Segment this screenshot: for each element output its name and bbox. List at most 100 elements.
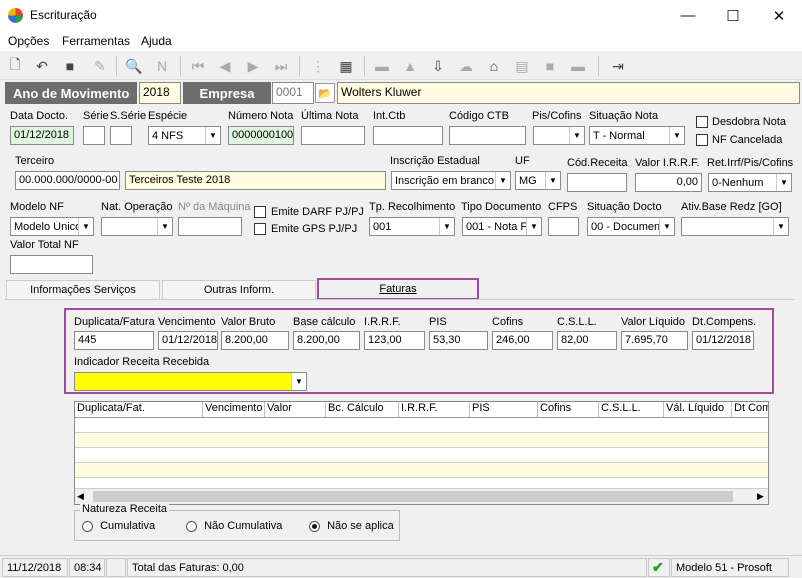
folder-icon[interactable]: ▲	[400, 56, 420, 76]
ret-irrf-select[interactable]: 0-Nenhum ▼	[708, 173, 792, 192]
grid-col-valor-liquido[interactable]: Vál. Líquido	[664, 402, 732, 417]
uf-select[interactable]: MG ▼	[515, 171, 561, 190]
chevron-down-icon[interactable]: ▼	[569, 127, 584, 144]
cloud-icon[interactable]: ☁	[456, 56, 476, 76]
no-maquina-input[interactable]	[178, 217, 242, 236]
tp-recolhimento-select[interactable]: 001 ▼	[369, 217, 455, 236]
valor-liquido-input[interactable]: 7.695,70	[621, 331, 688, 350]
especie-select[interactable]: 4 NFS ▼	[148, 126, 221, 145]
minus-icon[interactable]: ▬	[568, 56, 588, 76]
empresa-code-input[interactable]: 0001	[272, 82, 314, 104]
ultima-nota-input[interactable]	[301, 126, 365, 145]
table-row[interactable]	[75, 463, 768, 478]
save-icon[interactable]: ■	[60, 56, 80, 76]
first-record-icon[interactable]: ⏮	[188, 56, 208, 76]
grid-col-duplicata[interactable]: Duplicata/Fat.	[75, 402, 203, 417]
valor-irrf-input[interactable]: 0,00	[635, 173, 702, 192]
cfps-input[interactable]	[548, 217, 579, 236]
radio-nao-cumulativa[interactable]: Não Cumulativa	[186, 520, 282, 532]
prev-record-icon[interactable]: ◀	[215, 56, 235, 76]
chevron-down-icon[interactable]: ▼	[78, 218, 93, 235]
grid-col-dt-compens[interactable]: Dt Com	[732, 402, 768, 417]
inscricao-estadual-select[interactable]: Inscrição em branco ▼	[391, 171, 511, 190]
radio-cumulativa[interactable]: Cumulativa	[82, 520, 155, 532]
radio-nao-se-aplica[interactable]: Não se aplica	[309, 520, 394, 532]
grid-col-pis[interactable]: PIS	[470, 402, 538, 417]
grid-col-csll[interactable]: C.S.L.L.	[599, 402, 664, 417]
data-docto-input[interactable]: 01/12/2018	[10, 126, 74, 145]
desdobra-nota-checkbox[interactable]	[696, 116, 708, 128]
close-button[interactable]: ✕	[756, 0, 802, 31]
menu-opcoes[interactable]: Opções	[8, 34, 49, 48]
chevron-down-icon[interactable]: ▼	[545, 172, 560, 189]
cib-icon[interactable]: ⌂	[484, 56, 504, 76]
last-record-icon[interactable]: ⏭	[271, 56, 291, 76]
menu-ajuda[interactable]: Ajuda	[141, 34, 172, 48]
radio-icon[interactable]	[186, 520, 197, 532]
box-icon[interactable]: ■	[540, 56, 560, 76]
preview-icon[interactable]: 🔍	[124, 56, 144, 76]
dt-compens-input[interactable]: 01/12/2018	[692, 331, 754, 350]
terceiro-code-input[interactable]: 00.000.000/0000-00	[15, 171, 120, 190]
pis-cofins-select[interactable]: ▼	[533, 126, 585, 145]
next-record-icon[interactable]: ▶	[243, 56, 263, 76]
chevron-down-icon[interactable]: ▼	[495, 172, 510, 189]
grid-col-vencimento[interactable]: Vencimento	[203, 402, 265, 417]
tab-outras-inform[interactable]: Outras Inform.	[162, 280, 316, 300]
codigo-ctb-input[interactable]	[449, 126, 526, 145]
tab-faturas[interactable]: Faturas	[317, 278, 479, 300]
radio-icon[interactable]	[82, 520, 93, 532]
chevron-down-icon[interactable]: ▼	[776, 174, 791, 191]
menu-ferramentas[interactable]: Ferramentas	[62, 34, 130, 48]
chevron-down-icon[interactable]: ▼	[439, 218, 454, 235]
indicador-select[interactable]: ▼	[74, 372, 307, 391]
int-ctb-input[interactable]	[373, 126, 443, 145]
calculator-icon[interactable]: ▦	[336, 56, 356, 76]
chevron-down-icon[interactable]: ▼	[157, 218, 172, 235]
emite-gps-checkbox[interactable]	[254, 223, 266, 235]
import-icon[interactable]: ⇩	[428, 56, 448, 76]
situacao-nota-select[interactable]: T - Normal ▼	[589, 126, 685, 145]
chevron-down-icon[interactable]: ▼	[291, 373, 306, 390]
chevron-down-icon[interactable]: ▼	[659, 218, 674, 235]
situacao-docto-select[interactable]: 00 - Documen ▼	[587, 217, 675, 236]
duplicata-input[interactable]: 445	[74, 331, 154, 350]
base-calculo-input[interactable]: 8.200,00	[293, 331, 360, 350]
nat-operacao-select[interactable]: ▼	[101, 217, 173, 236]
csll-input[interactable]: 82,00	[557, 331, 617, 350]
folder-open-icon[interactable]: 📂	[315, 83, 335, 103]
pis-input[interactable]: 53,30	[429, 331, 488, 350]
tipo-documento-select[interactable]: 001 - Nota F ▼	[462, 217, 542, 236]
export-icon[interactable]: ▤	[512, 56, 532, 76]
table-row[interactable]	[75, 418, 768, 433]
vencimento-input[interactable]: 01/12/2018	[158, 331, 218, 350]
chevron-down-icon[interactable]: ▼	[205, 127, 220, 144]
table-row[interactable]	[75, 448, 768, 463]
grid-col-irrf[interactable]: I.R.R.F.	[399, 402, 470, 417]
sserie-input[interactable]	[110, 126, 132, 145]
chevron-down-icon[interactable]: ▼	[526, 218, 541, 235]
exit-icon[interactable]: ⇥	[608, 56, 628, 76]
ativ-base-select[interactable]: ▼	[681, 217, 789, 236]
numero-nota-input[interactable]: 0000000100	[228, 126, 294, 145]
horizontal-scrollbar[interactable]: ◀ ▶	[75, 488, 768, 504]
cofins-input[interactable]: 246,00	[492, 331, 553, 350]
scroll-left-icon[interactable]: ◀	[77, 491, 84, 502]
ano-input[interactable]: 2018	[139, 82, 181, 104]
grid-col-bc-calculo[interactable]: Bc. Cálculo	[326, 402, 399, 417]
emite-darf-checkbox[interactable]	[254, 206, 266, 218]
chevron-down-icon[interactable]: ▼	[669, 127, 684, 144]
tab-informacoes-servicos[interactable]: Informações Serviços	[6, 280, 160, 300]
cod-receita-input[interactable]	[567, 173, 627, 192]
scrollbar-thumb[interactable]	[93, 491, 733, 502]
serie-input[interactable]	[83, 126, 105, 145]
maximize-button[interactable]: ☐	[710, 0, 756, 31]
valor-total-nf-input[interactable]	[10, 255, 93, 274]
valor-bruto-input[interactable]: 8.200,00	[221, 331, 289, 350]
table-row[interactable]	[75, 433, 768, 448]
delete-icon[interactable]: ✎	[90, 56, 110, 76]
scroll-right-icon[interactable]: ▶	[757, 491, 764, 502]
chevron-down-icon[interactable]: ▼	[773, 218, 788, 235]
modelo-nf-select[interactable]: Modelo Único ▼	[10, 217, 94, 236]
nfs-icon[interactable]: N	[152, 56, 172, 76]
